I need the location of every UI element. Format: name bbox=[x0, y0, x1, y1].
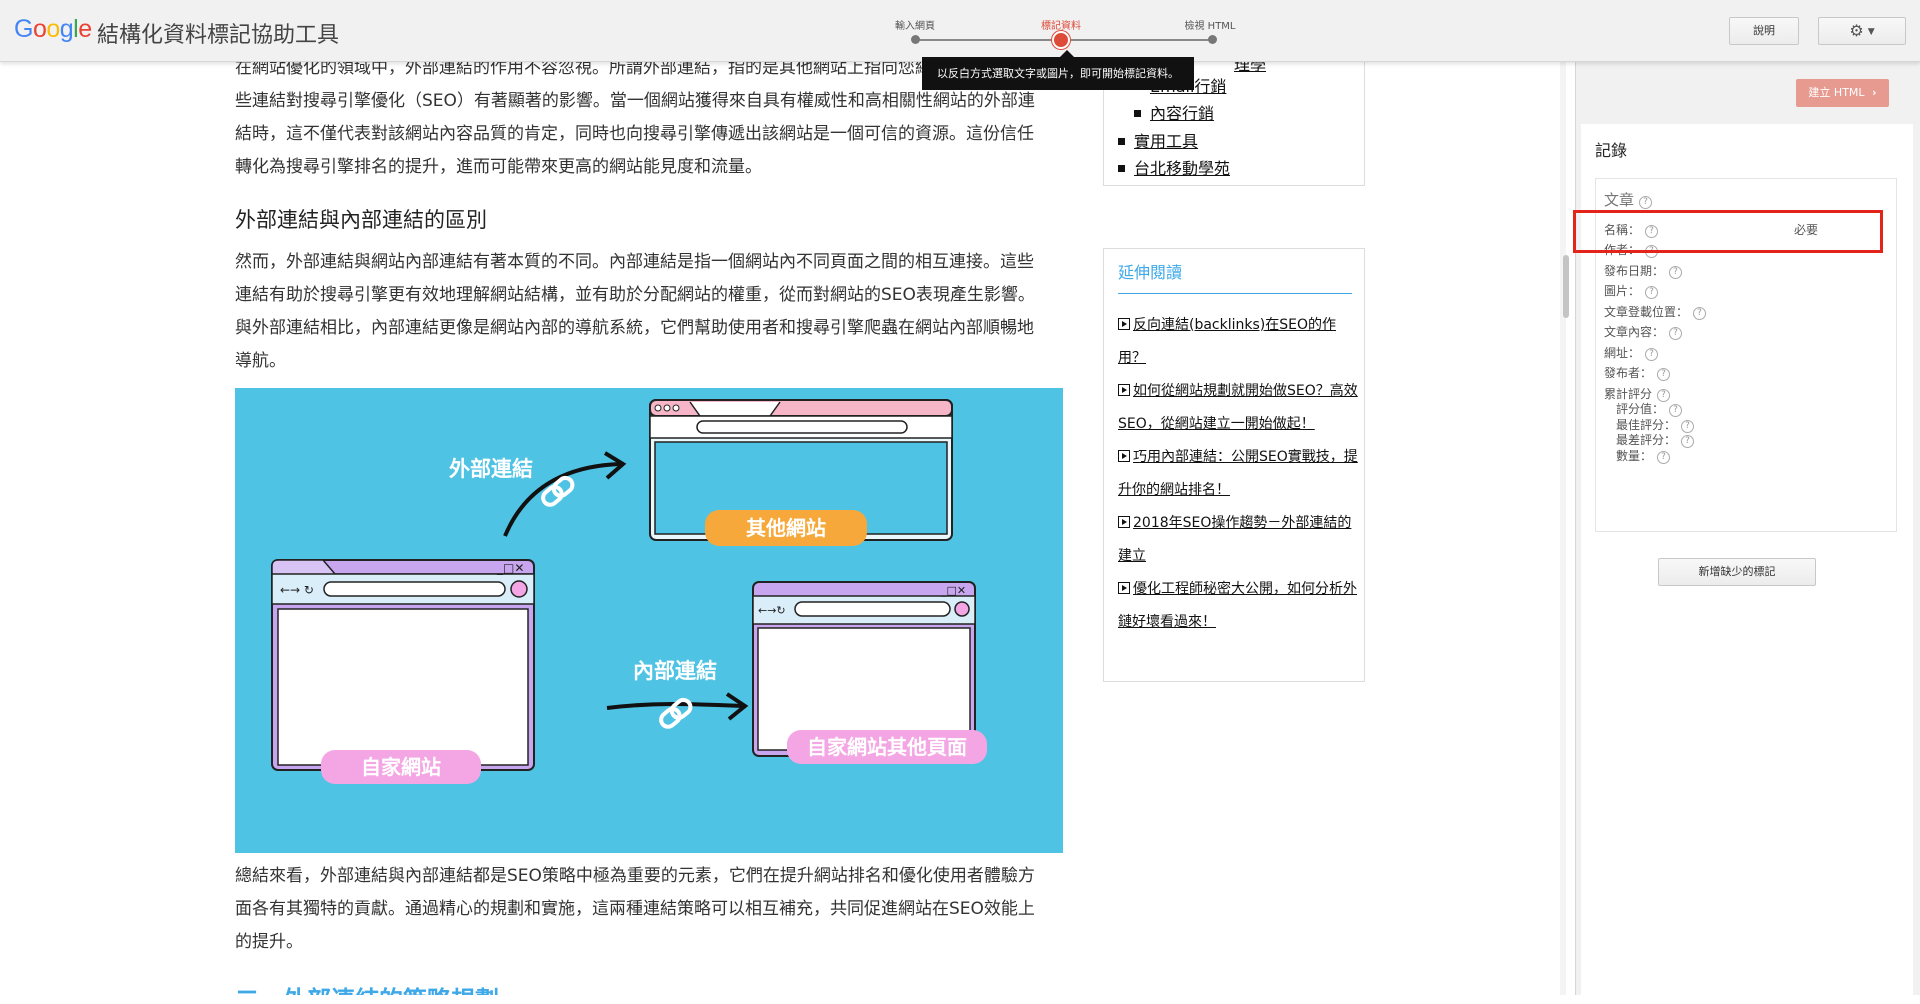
field-6[interactable]: 網址：? bbox=[1604, 344, 1659, 361]
field-5[interactable]: 文章內容：? bbox=[1604, 323, 1683, 340]
article-heading[interactable]: 外部連結與內部連結的區別 bbox=[235, 204, 487, 234]
article-paragraph-3[interactable]: 總結來看，外部連結與內部連結都是SEO策略中極為重要的元素，它們在提升網站排名和… bbox=[235, 860, 1050, 959]
google-logo: Google bbox=[14, 15, 92, 44]
play-icon bbox=[1118, 384, 1130, 396]
category-partial-item[interactable]: 理學 bbox=[1234, 62, 1266, 75]
article-next-heading[interactable]: 二、外部連結的策略規劃 bbox=[235, 980, 499, 995]
play-icon bbox=[1118, 318, 1130, 330]
play-icon bbox=[1118, 516, 1130, 528]
help-icon[interactable]: ? bbox=[1657, 451, 1671, 464]
help-button[interactable]: 說明 bbox=[1729, 17, 1799, 45]
help-icon[interactable]: ? bbox=[1645, 286, 1659, 299]
category-item[interactable]: 實用工具 bbox=[1117, 128, 1230, 155]
preview-scrollbar-thumb[interactable] bbox=[1563, 255, 1569, 318]
step-label-html[interactable]: 檢視 HTML bbox=[1184, 17, 1235, 32]
field-2[interactable]: 發布日期：? bbox=[1604, 262, 1683, 279]
reading-link[interactable]: 巧用內部連結：公開SEO實戰技，提升你的網站排名！ bbox=[1118, 441, 1358, 507]
page-preview[interactable]: 在網站優化的領域中，外部連結的作用不容忽視。所謂外部連結，指的是其他網站上指向您… bbox=[0, 62, 1566, 995]
app-title: 結構化資料標記協助工具 bbox=[97, 23, 340, 48]
external-link-label: 外部連結 bbox=[449, 457, 533, 481]
chevron-down-icon: ▼ bbox=[1867, 26, 1875, 37]
preview-scrollbar-track[interactable] bbox=[1560, 62, 1566, 995]
help-icon[interactable]: ? bbox=[1639, 196, 1653, 209]
field-4[interactable]: 文章登載位置：? bbox=[1604, 303, 1707, 320]
article-illustration[interactable]: 其他網站 外部連結 ←→ ↻ _□✕ 自家網站 內部連結 ←→↻ _□✕ 自家網… bbox=[235, 388, 1063, 853]
create-html-button[interactable]: 建立 HTML › bbox=[1796, 79, 1889, 107]
category-list: 實用工具 台北移動學苑 bbox=[1117, 128, 1230, 182]
help-icon[interactable]: ? bbox=[1657, 368, 1671, 381]
reading-link[interactable]: 如何從網站規劃就開始做SEO？高效SEO，從網站建立一開始做起！ bbox=[1118, 375, 1358, 441]
logo-letter: G bbox=[14, 15, 33, 43]
category-item[interactable]: 台北移動學苑 bbox=[1117, 155, 1230, 182]
step-dot-input[interactable] bbox=[911, 35, 920, 44]
reading-link[interactable]: 優化工程師秘密大公開，如何分析外鏈好壞看過來！ bbox=[1118, 573, 1358, 639]
top-bar: Google 結構化資料標記協助工具 輸入網頁 標記資料 檢視 HTML 說明 … bbox=[0, 0, 1920, 62]
logo-letter: o bbox=[46, 15, 60, 43]
gear-icon: ⚙ bbox=[1849, 21, 1864, 40]
field-12[interactable]: 數量：? bbox=[1616, 447, 1671, 464]
further-reading-box: 延伸閱讀 反向連結(backlinks)在SEO的作用？ 如何從網站規劃就開始做… bbox=[1103, 248, 1365, 682]
chain-link-icon bbox=[541, 475, 575, 507]
further-reading-title[interactable]: 延伸閱讀 bbox=[1118, 259, 1182, 283]
settings-button[interactable]: ⚙ ▼ bbox=[1818, 17, 1906, 45]
help-icon[interactable]: ? bbox=[1669, 266, 1683, 279]
field-7[interactable]: 發布者：? bbox=[1604, 364, 1671, 381]
data-items-panel: 建立 HTML › 記錄 文章? 名稱：? 作者：? 發布日期：? 圖片：? 文章登載位… bbox=[1575, 62, 1920, 1004]
svg-text:←→ ↻: ←→ ↻ bbox=[280, 583, 314, 597]
field-3[interactable]: 圖片：? bbox=[1604, 282, 1659, 299]
svg-text:_□✕: _□✕ bbox=[940, 584, 966, 597]
help-icon[interactable]: ? bbox=[1669, 327, 1683, 340]
article-paragraph-2[interactable]: 然而，外部連結與網站內部連結有著本質的不同。內部連結是指一個網站內不同頁面之間的… bbox=[235, 246, 1050, 378]
divider bbox=[1118, 293, 1352, 294]
own-site-label: 自家網站 bbox=[361, 755, 441, 779]
highlight-box bbox=[1573, 210, 1883, 253]
record-type: 文章? bbox=[1604, 189, 1653, 210]
help-icon[interactable]: ? bbox=[1645, 348, 1659, 361]
own-other-page-browser: ←→↻ _□✕ bbox=[752, 581, 976, 757]
logo-letter: g bbox=[59, 15, 74, 43]
field-9[interactable]: 評分值：? bbox=[1616, 400, 1683, 417]
step-label-tag[interactable]: 標記資料 bbox=[1041, 17, 1081, 32]
other-site-label: 其他網站 bbox=[746, 516, 826, 540]
step-dot-html[interactable] bbox=[1208, 35, 1217, 44]
logo-letter: e bbox=[78, 15, 92, 43]
field-11[interactable]: 最差評分：? bbox=[1616, 431, 1695, 448]
reading-link[interactable]: 反向連結(backlinks)在SEO的作用？ bbox=[1118, 309, 1358, 375]
logo-letter: o bbox=[32, 15, 47, 43]
reading-link[interactable]: 2018年SEO操作趨勢－外部連結的建立 bbox=[1118, 507, 1358, 573]
tooltip: 以反白方式選取文字或圖片，即可開始標記資料。 bbox=[922, 50, 1194, 90]
chain-link-icon-2 bbox=[659, 697, 693, 729]
step-label-input[interactable]: 輸入網頁 bbox=[895, 17, 935, 32]
category-item[interactable]: 內容行銷 bbox=[1133, 100, 1226, 127]
svg-text:_□✕: _□✕ bbox=[496, 561, 524, 575]
play-icon bbox=[1118, 450, 1130, 462]
link-diagram: 其他網站 外部連結 ←→ ↻ _□✕ 自家網站 內部連結 ←→↻ _□✕ 自家網… bbox=[271, 399, 987, 784]
svg-text:←→↻: ←→↻ bbox=[758, 604, 786, 617]
play-icon bbox=[1118, 582, 1130, 594]
chevron-right-icon: › bbox=[1872, 86, 1877, 99]
add-missing-tags-button[interactable]: 新增缺少的標記 bbox=[1658, 558, 1816, 586]
help-icon[interactable]: ? bbox=[1681, 435, 1695, 448]
step-dot-tag[interactable] bbox=[1052, 31, 1070, 49]
panel-title: 記錄 bbox=[1595, 141, 1628, 160]
internal-link-label: 內部連結 bbox=[633, 659, 717, 683]
help-icon[interactable]: ? bbox=[1693, 307, 1707, 320]
own-site-browser: ←→ ↻ _□✕ bbox=[271, 559, 535, 771]
own-other-page-label: 自家網站其他頁面 bbox=[807, 735, 967, 759]
further-reading-list: 反向連結(backlinks)在SEO的作用？ 如何從網站規劃就開始做SEO？高… bbox=[1118, 309, 1358, 639]
